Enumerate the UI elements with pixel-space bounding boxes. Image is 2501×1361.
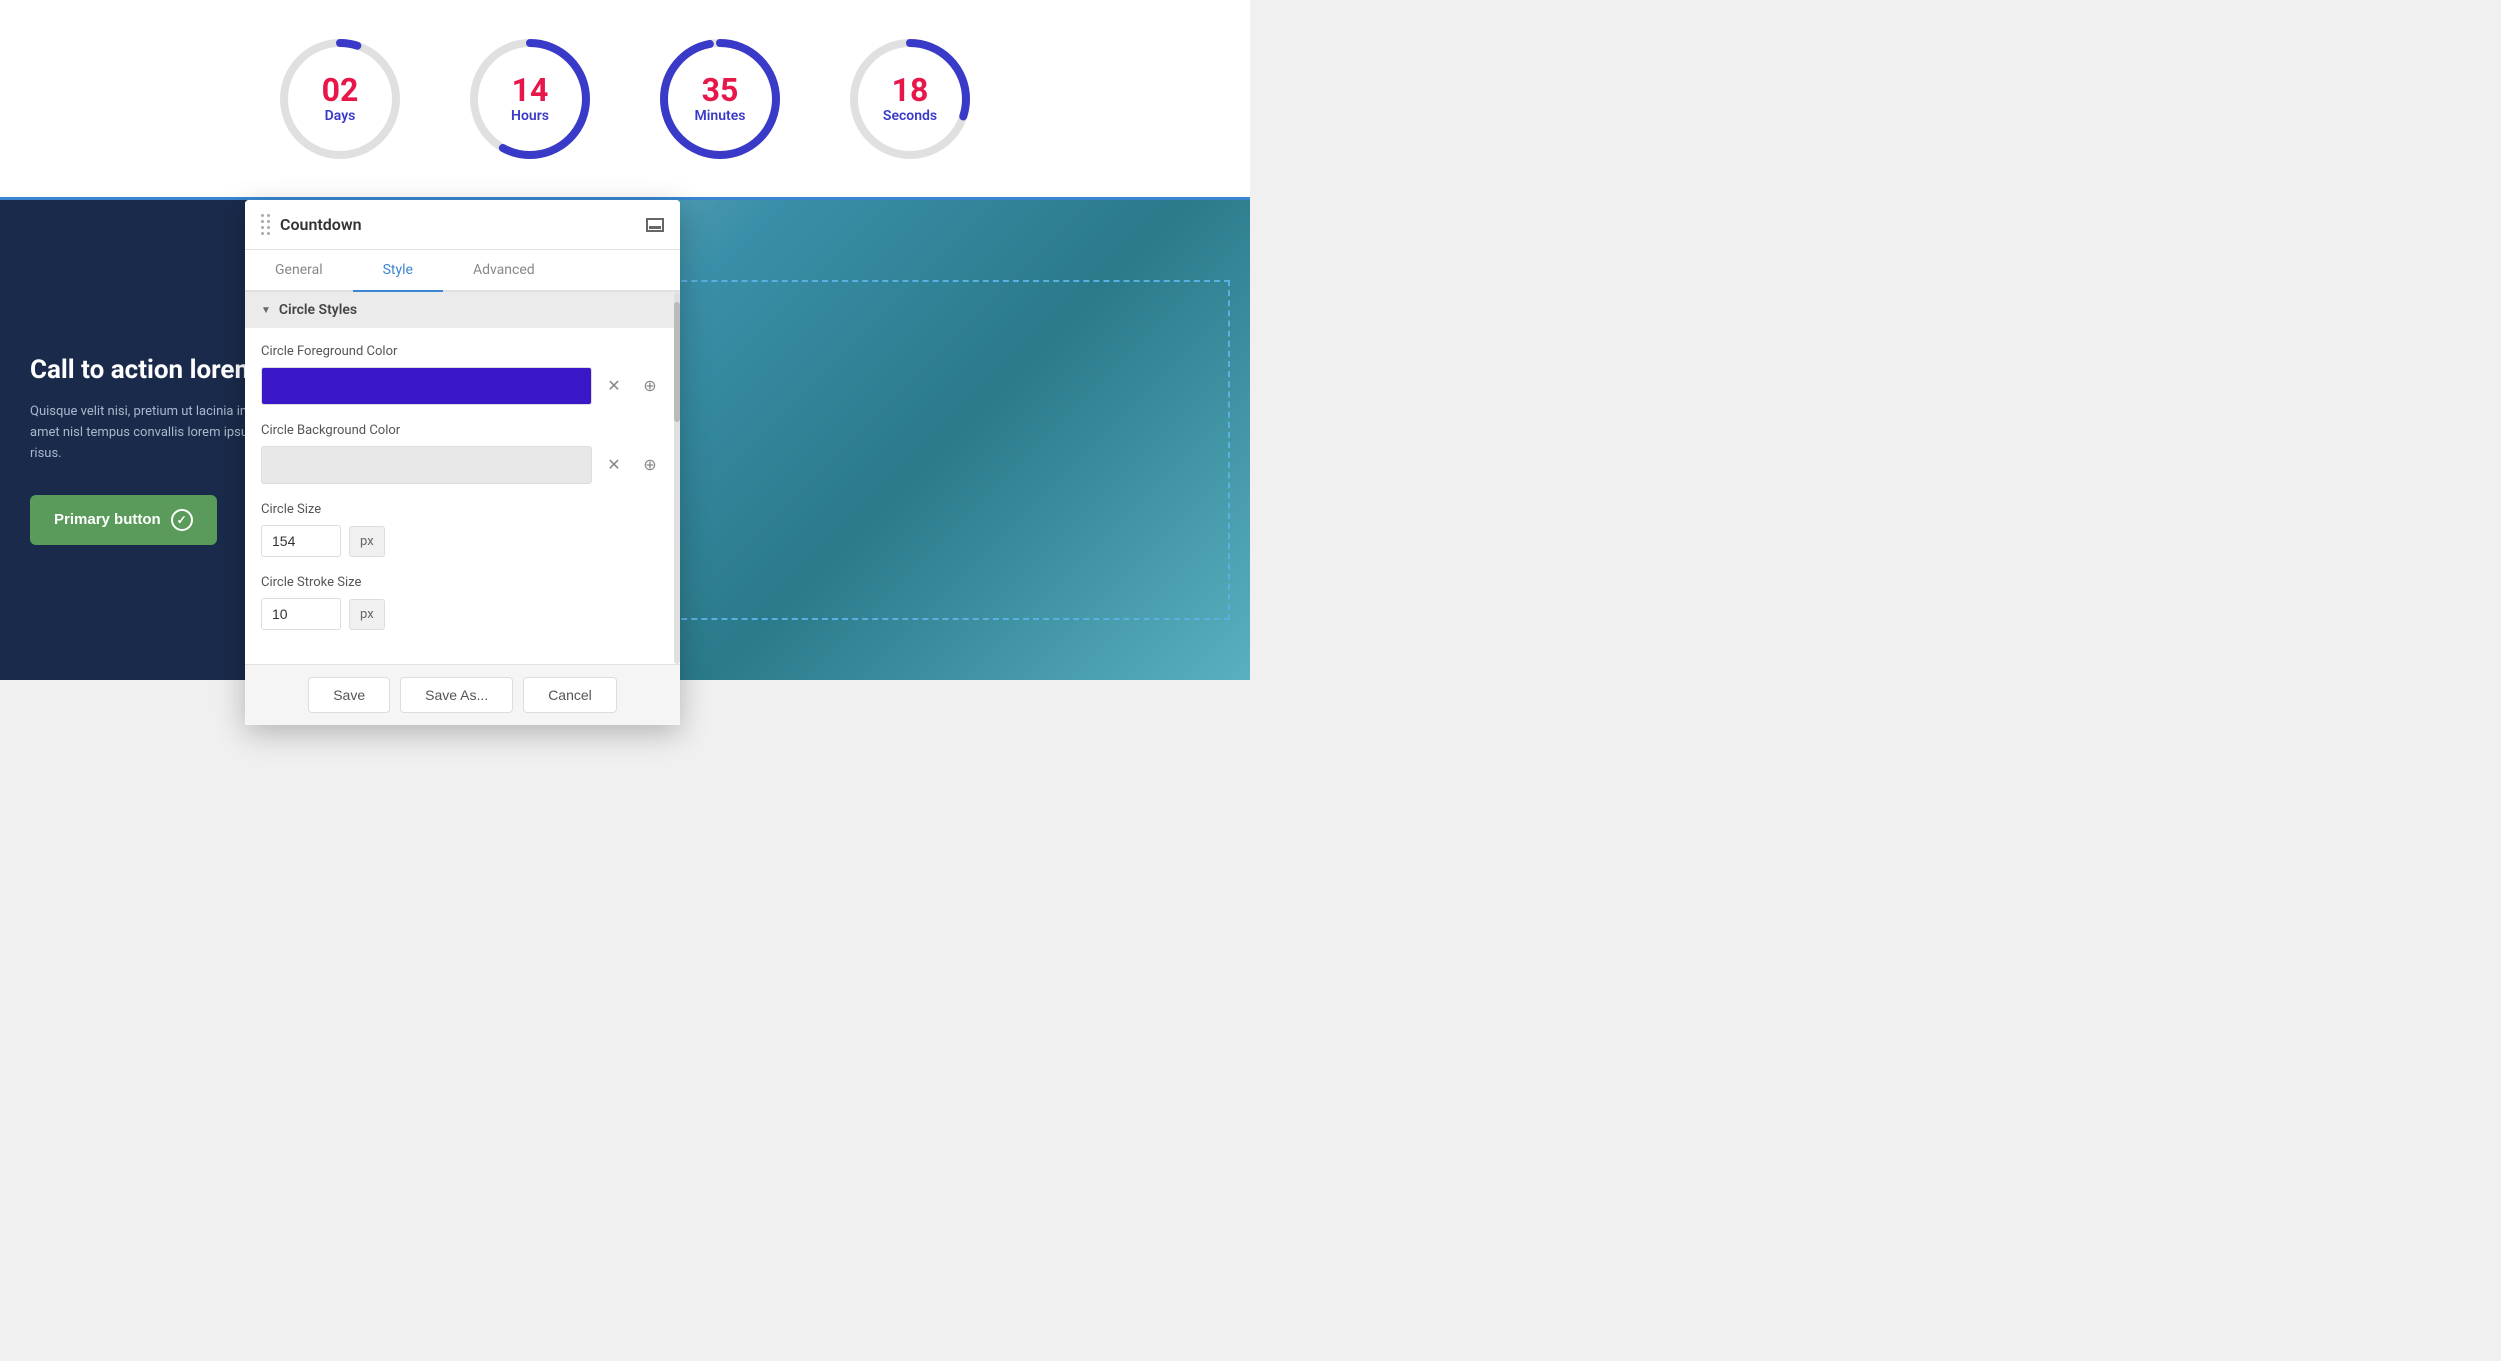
panel-title-row: Countdown — [280, 215, 646, 234]
drag-dot — [261, 232, 264, 235]
seconds-label: Seconds — [883, 108, 937, 124]
bg-color-label: Circle Background Color — [261, 423, 664, 438]
circle-days-text: 02 Days — [322, 74, 359, 124]
circle-seconds-text: 18 Seconds — [883, 74, 937, 124]
fg-color-add-button[interactable]: ⊕ — [636, 372, 664, 400]
scrollbar[interactable] — [674, 292, 680, 664]
countdown-panel: Countdown General Style Advanced ▼ Circl… — [245, 200, 680, 725]
circle-hours-text: 14 Hours — [511, 74, 549, 124]
hours-number: 14 — [511, 74, 549, 106]
tab-general[interactable]: General — [245, 250, 353, 292]
panel-body: ▼ Circle Styles Circle Foreground Color … — [245, 292, 680, 664]
circle-stroke-unit: px — [349, 599, 385, 630]
hours-label: Hours — [511, 108, 549, 124]
seconds-number: 18 — [883, 74, 937, 106]
tab-advanced[interactable]: Advanced — [443, 250, 565, 292]
circle-size-input-row: px — [261, 525, 664, 557]
countdown-seconds: 18 Seconds — [845, 34, 975, 164]
bg-color-swatch[interactable] — [261, 446, 592, 484]
circle-stroke-label: Circle Stroke Size — [261, 575, 664, 590]
days-number: 02 — [322, 74, 359, 106]
save-button[interactable]: Save — [308, 677, 390, 713]
scrollbar-thumb[interactable] — [674, 302, 680, 422]
minimize-button[interactable] — [646, 218, 664, 232]
fg-color-swatch[interactable] — [261, 367, 592, 405]
panel-title: Countdown — [280, 215, 362, 234]
circle-stroke-input-row: px — [261, 598, 664, 630]
fg-color-clear-button[interactable]: ✕ — [600, 372, 628, 400]
check-icon: ✓ — [171, 509, 193, 531]
section-label: Circle Styles — [279, 302, 357, 318]
drag-dot — [267, 232, 270, 235]
bg-color-clear-button[interactable]: ✕ — [600, 451, 628, 479]
days-label: Days — [322, 108, 359, 124]
countdown-hours: 14 Hours — [465, 34, 595, 164]
circle-seconds: 18 Seconds — [845, 34, 975, 164]
countdown-days: 02 Days — [275, 34, 405, 164]
panel-content: Circle Foreground Color ✕ ⊕ Circle Backg… — [245, 328, 680, 664]
minimize-bar — [649, 226, 661, 229]
chevron-down-icon: ▼ — [261, 305, 271, 316]
primary-button[interactable]: Primary button ✓ — [30, 495, 217, 545]
panel-tabs: General Style Advanced — [245, 250, 680, 292]
circle-size-group: Circle Size px — [261, 502, 664, 557]
primary-button-label: Primary button — [54, 511, 161, 528]
circle-size-label: Circle Size — [261, 502, 664, 517]
drag-dot — [261, 226, 264, 229]
drag-dot — [267, 214, 270, 217]
fg-color-label: Circle Foreground Color — [261, 344, 664, 359]
bg-color-group: Circle Background Color ✕ ⊕ — [261, 423, 664, 484]
cancel-button[interactable]: Cancel — [523, 677, 617, 713]
circle-size-input[interactable] — [261, 525, 341, 557]
minutes-label: Minutes — [695, 108, 746, 124]
circle-hours: 14 Hours — [465, 34, 595, 164]
minutes-number: 35 — [695, 74, 746, 106]
bg-color-row: ✕ ⊕ — [261, 446, 664, 484]
panel-footer: Save Save As... Cancel — [245, 664, 680, 725]
panel-header: Countdown — [245, 200, 680, 250]
drag-dot — [261, 214, 264, 217]
countdown-section: 02 Days 14 Hours 35 Minutes — [0, 0, 1250, 200]
save-as-button[interactable]: Save As... — [400, 677, 513, 713]
circle-minutes-text: 35 Minutes — [695, 74, 746, 124]
circle-stroke-input[interactable] — [261, 598, 341, 630]
drag-dot — [267, 220, 270, 223]
section-header-circle-styles[interactable]: ▼ Circle Styles — [245, 292, 680, 328]
circle-stroke-group: Circle Stroke Size px — [261, 575, 664, 630]
circle-days: 02 Days — [275, 34, 405, 164]
tab-style[interactable]: Style — [353, 250, 443, 292]
countdown-minutes: 35 Minutes — [655, 34, 785, 164]
fg-color-group: Circle Foreground Color ✕ ⊕ — [261, 344, 664, 405]
circle-size-unit: px — [349, 526, 385, 557]
drag-dot — [267, 226, 270, 229]
bg-color-add-button[interactable]: ⊕ — [636, 451, 664, 479]
drag-handle[interactable] — [261, 214, 270, 235]
drag-dot — [261, 220, 264, 223]
fg-color-row: ✕ ⊕ — [261, 367, 664, 405]
circle-minutes: 35 Minutes — [655, 34, 785, 164]
